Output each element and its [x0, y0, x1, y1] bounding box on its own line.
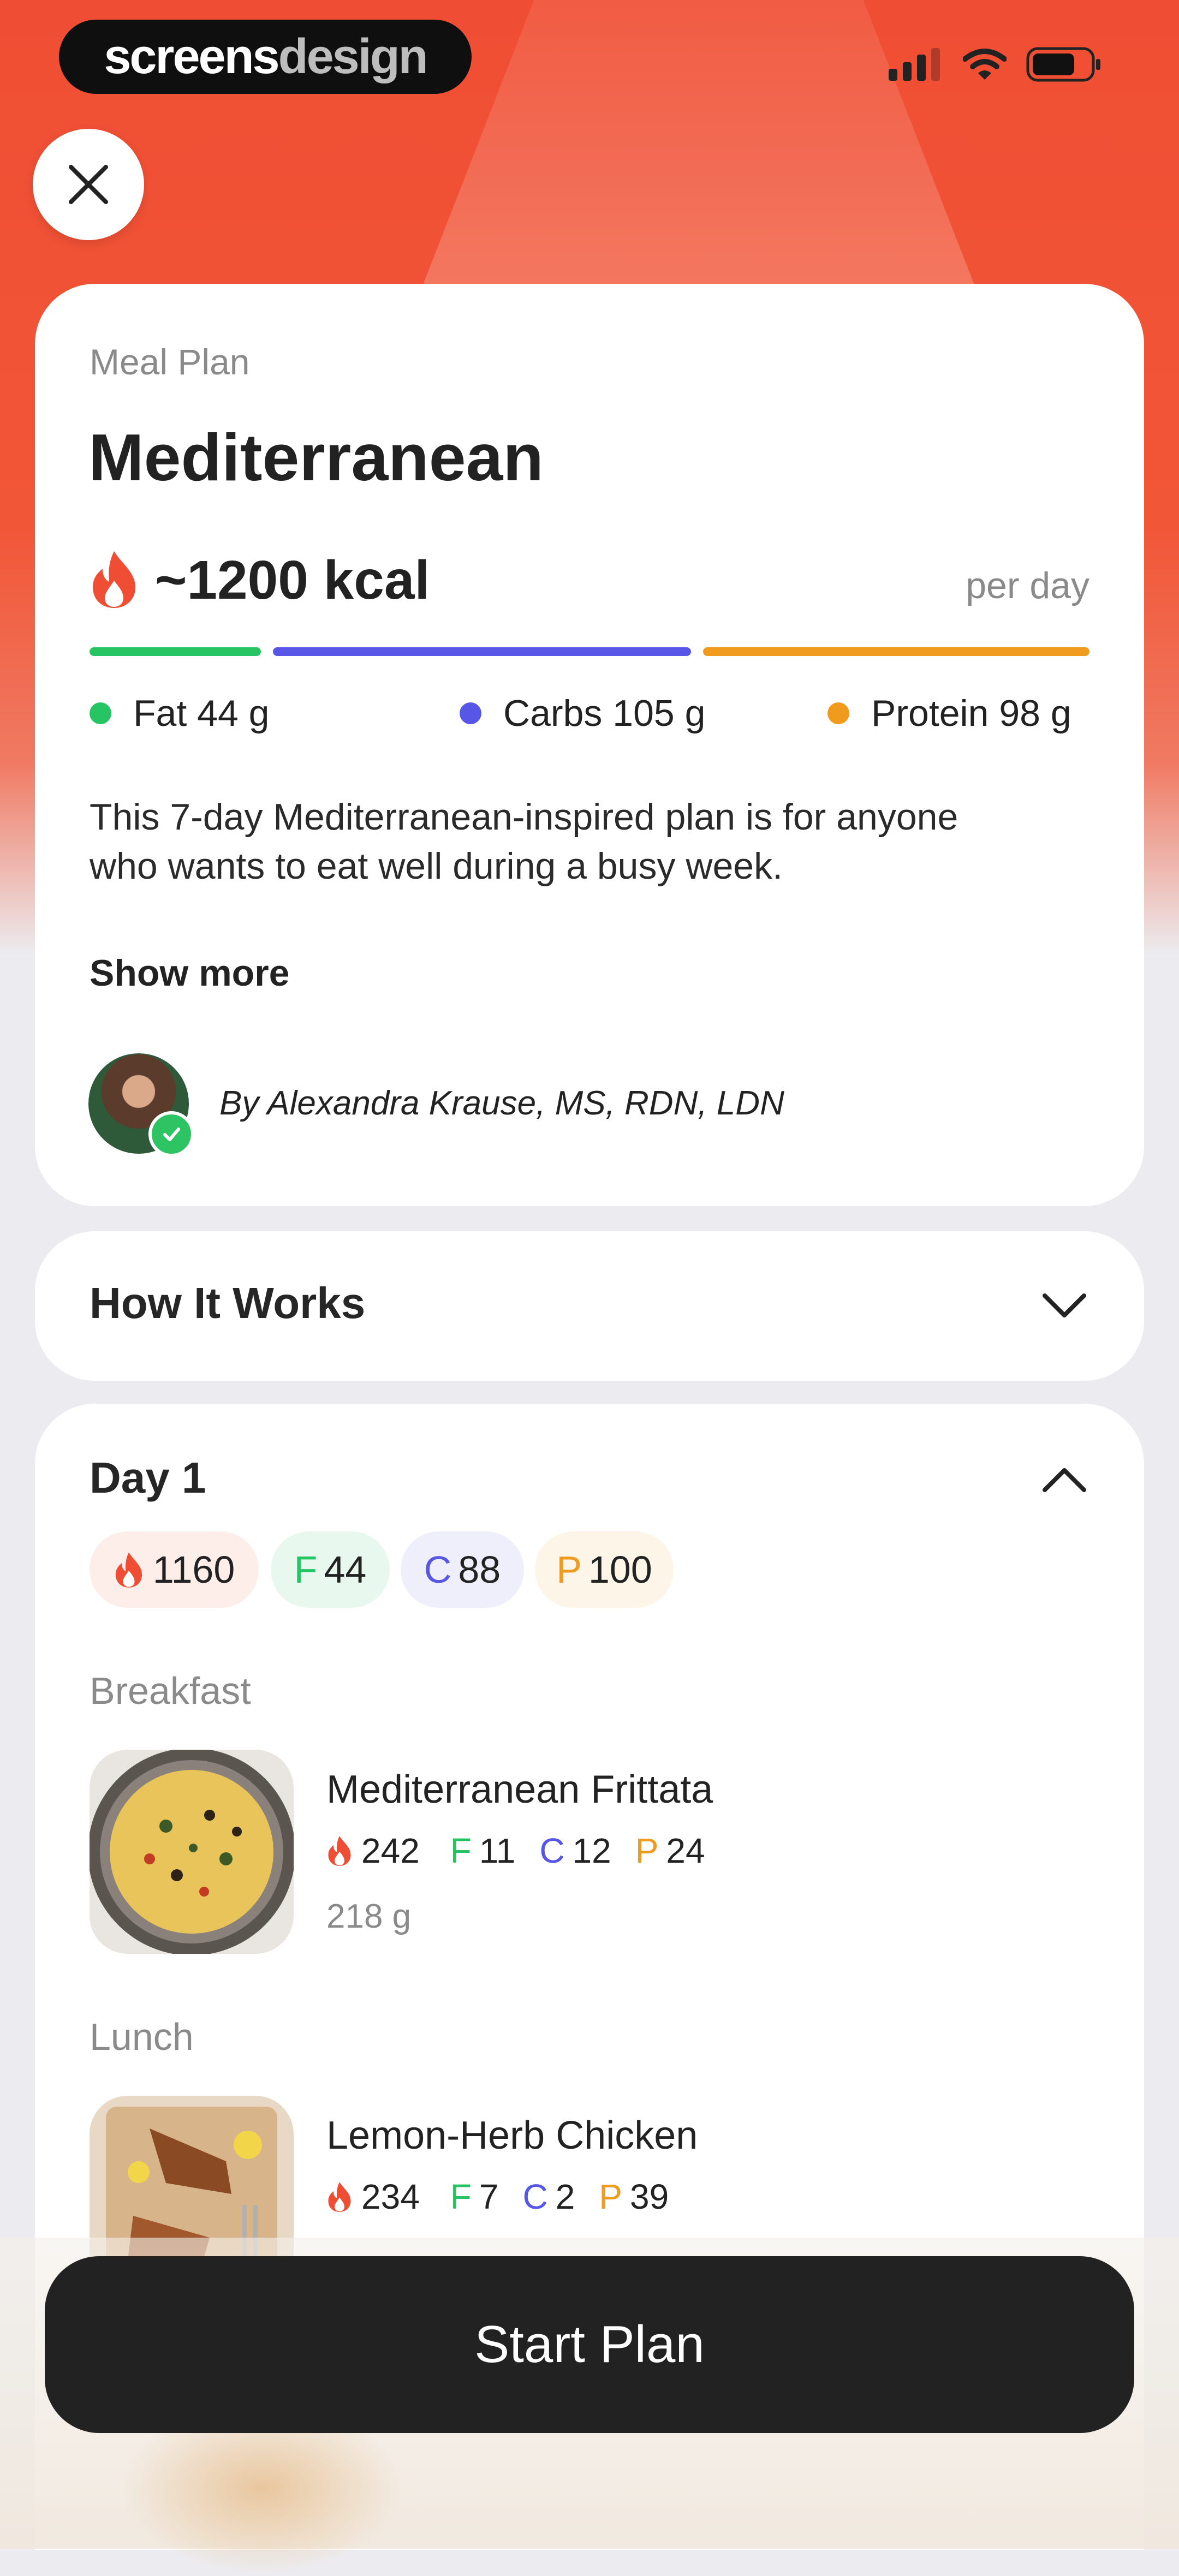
kcal-value: ~1200 kcal — [155, 550, 430, 611]
plan-title: Mediterranean — [88, 420, 544, 494]
protein-legend-text: Protein 98 g — [871, 693, 1071, 734]
frittata-carbs: 12 — [572, 1831, 611, 1870]
frittata-image[interactable] — [90, 1750, 294, 1954]
battery-icon — [1026, 47, 1100, 82]
meal-title-frittata[interactable]: Mediterranean Frittata — [326, 1767, 713, 1812]
day-kcal-pill: 1160 — [90, 1531, 259, 1608]
frittata-weight: 218 g — [326, 1898, 412, 1935]
protein-bar — [703, 647, 1089, 656]
flame-icon — [328, 2182, 351, 2212]
day-carbs-pill: C 88 — [401, 1531, 524, 1608]
frittata-macros: 242 F 11 C 12 P 24 — [326, 1830, 705, 1871]
frittata-protein: 24 — [666, 1831, 705, 1870]
chicken-kcal: 234 — [361, 2177, 420, 2216]
watermark-text-1: screens — [104, 29, 279, 84]
watermark-logo: screens design — [59, 20, 472, 94]
wifi-icon — [963, 49, 1007, 80]
flame-icon — [115, 1552, 142, 1588]
carbs-letter: C — [522, 2177, 548, 2216]
fat-letter: F — [450, 1831, 472, 1870]
plan-description-line-1: This 7-day Mediterranean-inspired plan i… — [90, 796, 958, 838]
chicken-macros: 234 F 7 C 2 P 39 — [326, 2177, 669, 2217]
fat-letter: F — [450, 2177, 472, 2216]
frittata-kcal: 242 — [361, 1831, 420, 1870]
carbs-legend: Carbs 105 g — [460, 692, 705, 735]
day-carbs-value: 88 — [458, 1548, 501, 1591]
protein-letter: P — [556, 1548, 582, 1591]
meal-plan-label: Meal Plan — [90, 342, 250, 382]
carbs-letter: C — [424, 1548, 452, 1591]
how-it-works-title[interactable]: How It Works — [90, 1278, 365, 1328]
per-day-label: per day — [966, 565, 1089, 606]
chicken-carbs: 2 — [555, 2177, 575, 2216]
close-icon — [69, 165, 108, 204]
flame-icon — [93, 551, 135, 608]
day-fat-value: 44 — [324, 1548, 367, 1591]
frittata-fat: 11 — [479, 1831, 516, 1870]
fat-legend-text: Fat 44 g — [133, 693, 270, 734]
carbs-bar — [273, 647, 691, 656]
show-more-link[interactable]: Show more — [90, 952, 290, 994]
meal-title-chicken[interactable]: Lemon-Herb Chicken — [326, 2113, 698, 2158]
fat-legend: Fat 44 g — [90, 692, 270, 735]
status-bar — [889, 47, 1103, 82]
protein-legend: Protein 98 g — [827, 692, 1071, 735]
chicken-fat: 7 — [479, 2177, 499, 2216]
protein-dot — [827, 702, 849, 724]
carbs-legend-text: Carbs 105 g — [503, 693, 706, 734]
day-fat-pill: F 44 — [271, 1531, 390, 1608]
fat-letter: F — [294, 1548, 318, 1591]
start-plan-button[interactable]: Start Plan — [45, 2256, 1134, 2433]
fat-dot — [90, 702, 111, 724]
author-avatar[interactable] — [88, 1053, 194, 1157]
flame-icon — [328, 1836, 351, 1866]
protein-letter: P — [599, 2177, 622, 2216]
carbs-letter: C — [539, 1831, 565, 1870]
day-protein-value: 100 — [588, 1548, 652, 1591]
day-protein-pill: P 100 — [535, 1531, 674, 1608]
lunch-label: Lunch — [90, 2016, 194, 2058]
chicken-protein: 39 — [629, 2177, 669, 2216]
chevron-down-icon[interactable] — [1041, 1290, 1087, 1321]
watermark-text-2: design — [278, 29, 428, 84]
day-kcal-value: 1160 — [152, 1548, 235, 1591]
close-button[interactable] — [33, 129, 144, 240]
day-title[interactable]: Day 1 — [90, 1453, 206, 1503]
protein-letter: P — [635, 1831, 659, 1870]
chevron-up-icon[interactable] — [1041, 1465, 1087, 1495]
carbs-dot — [460, 702, 481, 724]
verified-icon — [148, 1111, 194, 1157]
breakfast-label: Breakfast — [90, 1669, 251, 1712]
signal-icon — [889, 48, 940, 81]
fat-bar — [90, 647, 261, 656]
plan-description-line-2: who wants to eat well during a busy week… — [90, 845, 783, 887]
author-name[interactable]: By Alexandra Krause, MS, RDN, LDN — [219, 1084, 784, 1123]
